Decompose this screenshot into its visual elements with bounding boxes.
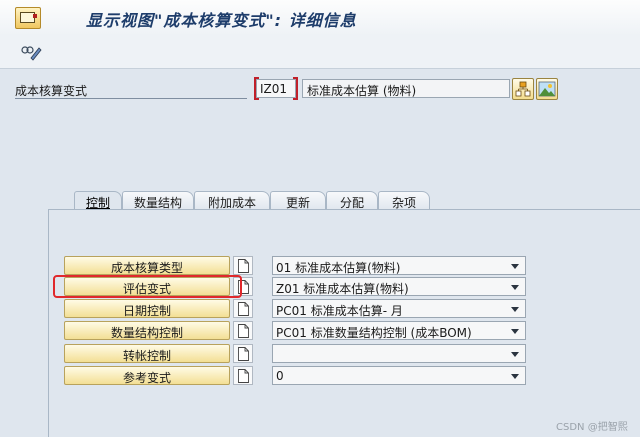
document-icon[interactable] — [233, 344, 253, 363]
document-icon[interactable] — [233, 321, 253, 340]
chevron-down-icon[interactable] — [511, 264, 519, 269]
watermark: CSDN @把智熙 — [556, 422, 628, 433]
tab-additive-costs[interactable]: 附加成本 — [194, 191, 270, 210]
chevron-down-icon[interactable] — [511, 352, 519, 357]
display-change-icon[interactable] — [20, 43, 42, 61]
document-icon[interactable] — [233, 366, 253, 385]
page-title: 显示视图"成本核算变式": 详细信息 — [86, 11, 357, 30]
reference-variant-button[interactable]: 参考变式 — [64, 366, 230, 385]
valuation-variant-button[interactable]: 评估变式 — [64, 277, 230, 296]
document-icon[interactable] — [233, 299, 253, 318]
chevron-down-icon[interactable] — [511, 285, 519, 290]
costing-type-dropdown[interactable]: 01 标准成本估算(物料) — [272, 256, 526, 275]
date-control-dropdown[interactable]: PC01 标准成本估算- 月 — [272, 299, 526, 318]
tab-quantity-structure[interactable]: 数量结构 — [122, 191, 194, 210]
title-bar: 显示视图"成本核算变式": 详细信息 — [0, 0, 640, 36]
hierarchy-icon[interactable] — [512, 78, 534, 100]
costing-variant-description: 标准成本估算 (物料) — [302, 79, 510, 98]
quantity-structure-control-button[interactable]: 数量结构控制 — [64, 321, 230, 340]
tab-update[interactable]: 更新 — [270, 191, 326, 210]
transfer-control-button[interactable]: 转帐控制 — [64, 344, 230, 363]
chevron-down-icon[interactable] — [511, 307, 519, 312]
tab-assignments[interactable]: 分配 — [326, 191, 378, 210]
display-screen-icon[interactable] — [15, 7, 41, 29]
valuation-variant-dropdown[interactable]: Z01 标准成本估算(物料) — [272, 277, 526, 296]
landscape-icon[interactable] — [536, 78, 558, 100]
tab-misc[interactable]: 杂项 — [378, 191, 430, 210]
chevron-down-icon[interactable] — [511, 374, 519, 379]
document-icon[interactable] — [233, 256, 253, 275]
quantity-structure-control-dropdown[interactable]: PC01 标准数量结构控制 (成本BOM) — [272, 321, 526, 340]
date-control-button[interactable]: 日期控制 — [64, 299, 230, 318]
costing-type-button[interactable]: 成本核算类型 — [64, 256, 230, 275]
transfer-control-dropdown[interactable] — [272, 344, 526, 363]
costing-variant-label: 成本核算变式 — [15, 84, 88, 98]
chevron-down-icon[interactable] — [511, 329, 519, 334]
toolbar — [0, 36, 640, 69]
reference-variant-dropdown[interactable]: 0 — [272, 366, 526, 385]
costing-variant-code-field[interactable]: IZ01 — [254, 77, 298, 100]
tab-control[interactable]: 控制 — [74, 191, 122, 210]
document-icon[interactable] — [233, 277, 253, 296]
label-underline — [15, 98, 247, 99]
